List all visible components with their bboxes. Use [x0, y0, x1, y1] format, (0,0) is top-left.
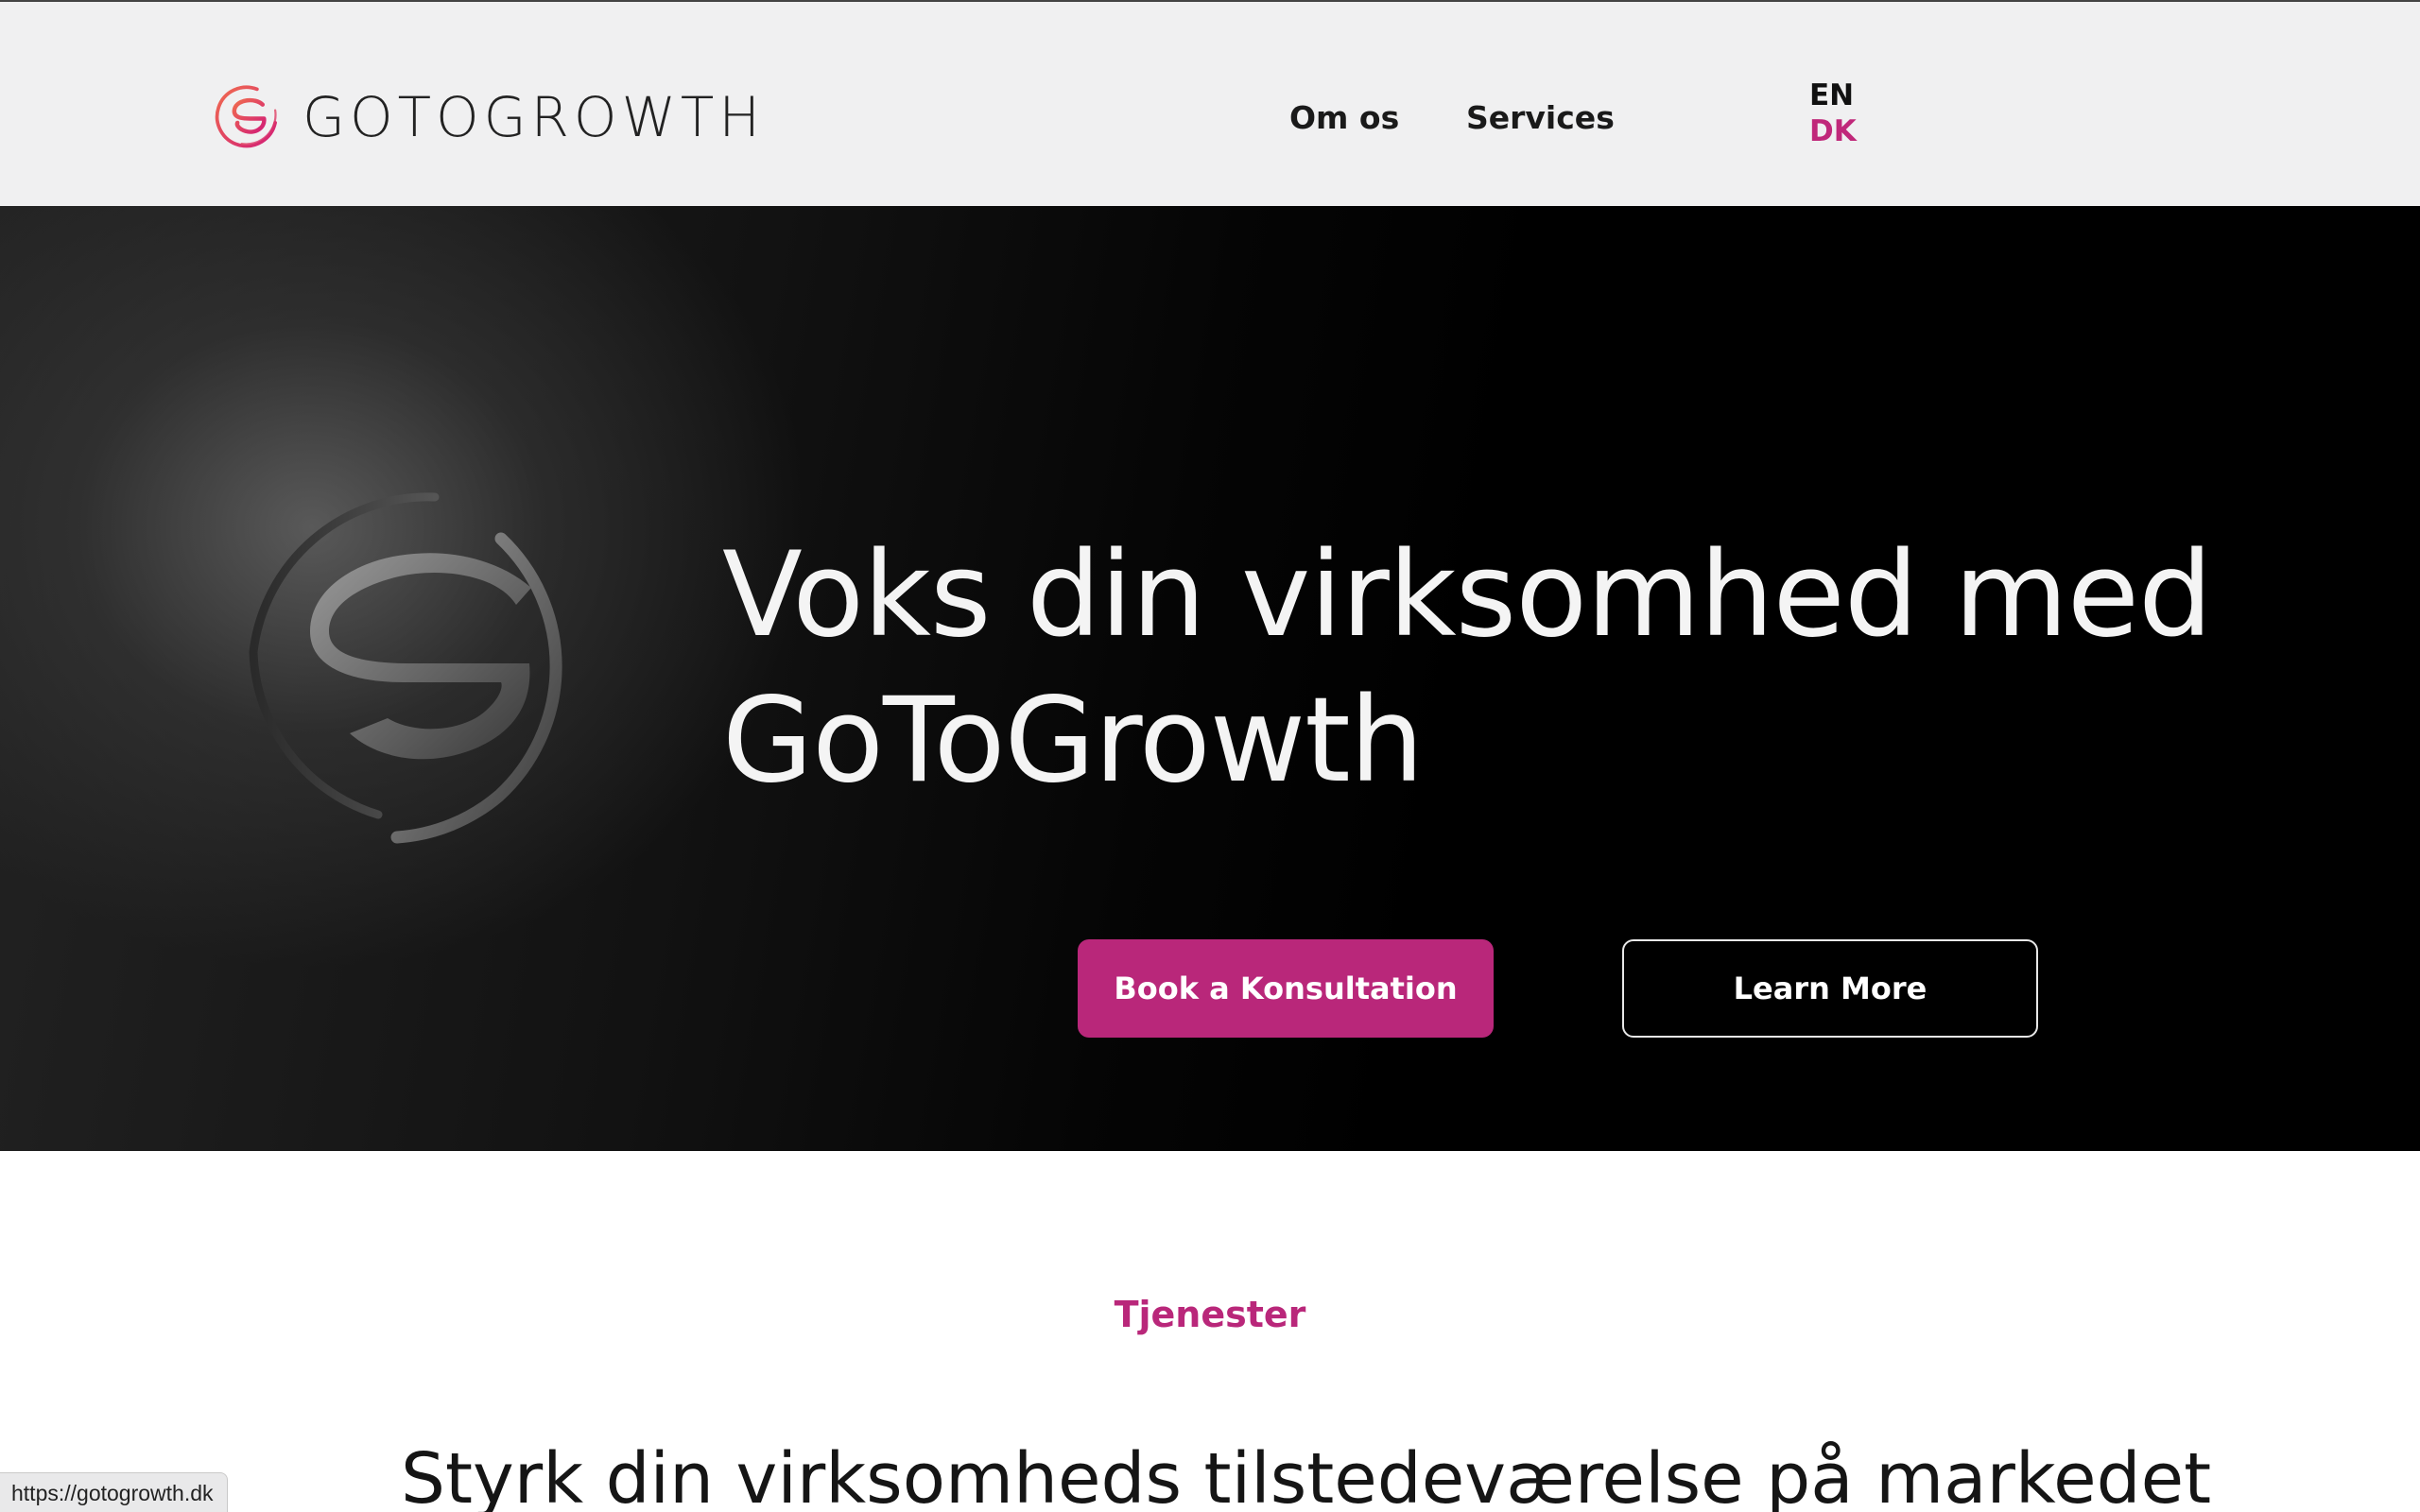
- gotogrowth-logo-icon: [215, 85, 277, 148]
- language-option-en[interactable]: EN: [1809, 77, 1857, 113]
- site-header: GOTOGROWTH Om os Services EN DK: [0, 2, 2420, 206]
- learn-more-button[interactable]: Learn More: [1622, 939, 2038, 1038]
- site-logo[interactable]: GOTOGROWTH: [214, 81, 765, 153]
- hero-logo-emblem-icon: [249, 492, 562, 844]
- services-section-title: Styrk din virksomheds tilstedeværelse på…: [401, 1438, 2212, 1512]
- language-option-dk[interactable]: DK: [1809, 113, 1857, 149]
- language-switcher: EN DK: [1809, 77, 1857, 149]
- main-nav-om: Om os: [1289, 102, 1399, 133]
- services-section-tag: Tjenester: [1114, 1294, 1306, 1335]
- hero-section: Voks din virksomhed med GoToGrowth Book …: [0, 206, 2420, 1151]
- main-nav-services: Services: [1466, 102, 1615, 133]
- status-bar-url: https://gotogrowth.dk: [0, 1472, 228, 1512]
- nav-link-om-os[interactable]: Om os: [1289, 102, 1399, 133]
- logo-wordmark: GOTOGROWTH: [302, 85, 765, 149]
- book-consultation-button[interactable]: Book a Konsultation: [1078, 939, 1494, 1038]
- nav-link-services[interactable]: Services: [1466, 102, 1615, 133]
- hero-title: Voks din virksomhed med GoToGrowth: [722, 527, 2213, 809]
